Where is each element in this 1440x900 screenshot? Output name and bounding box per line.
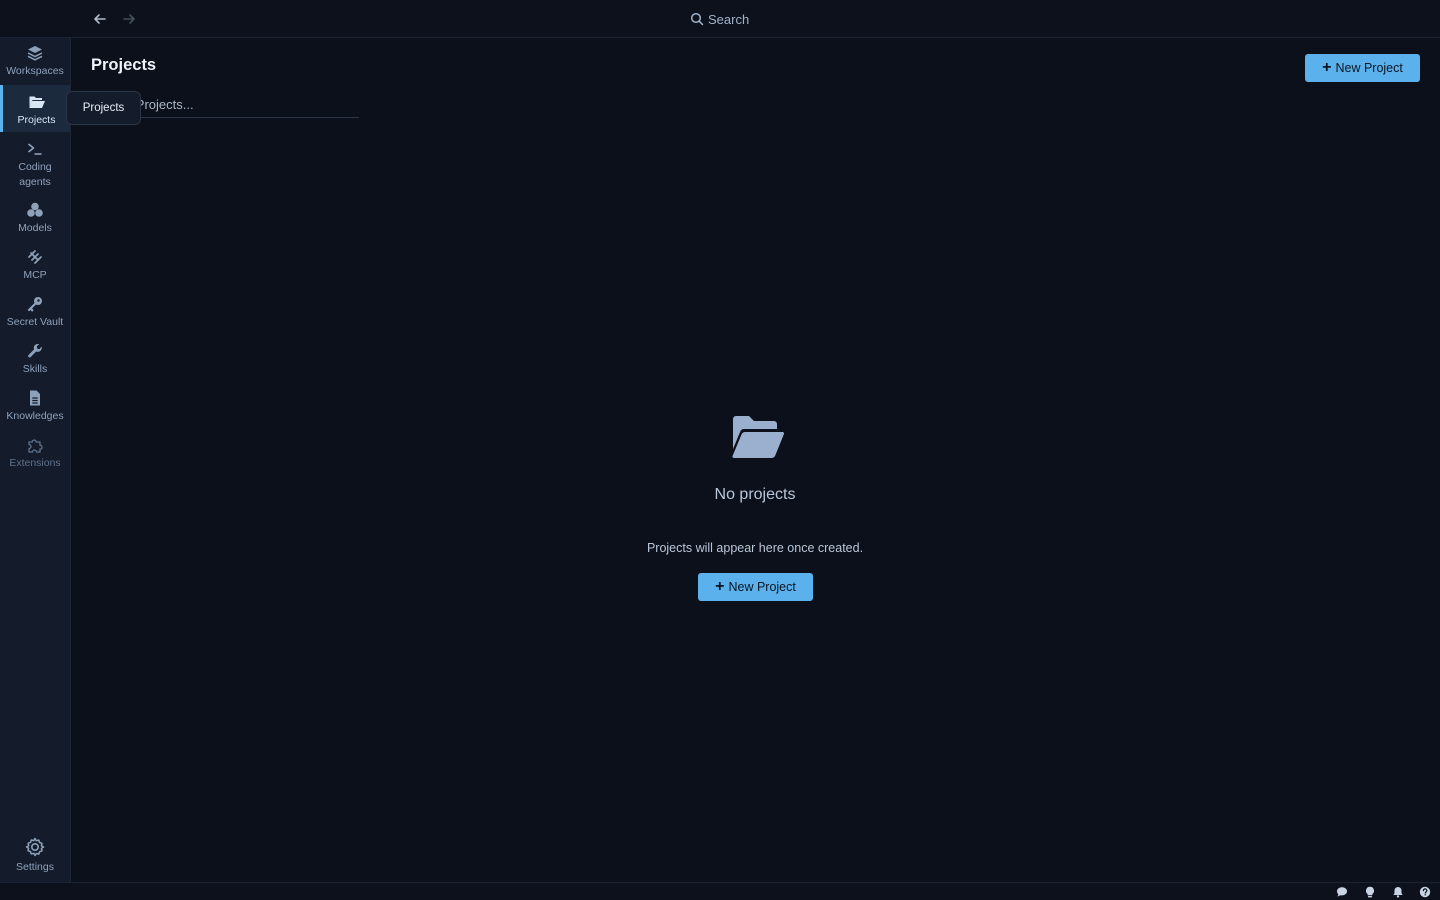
terminal-icon (28, 143, 42, 155)
document-icon (30, 390, 40, 406)
lightbulb-icon[interactable] (1364, 886, 1376, 898)
key-icon (27, 297, 42, 312)
mcp-icon (28, 250, 42, 264)
sidebar-item-label: Projects (17, 114, 56, 126)
gear-icon (25, 837, 45, 857)
plus-icon: + (1322, 59, 1332, 76)
sidebar-item-knowledges[interactable]: Knowledges (0, 389, 70, 429)
sidebar-item-models[interactable]: Models (0, 201, 70, 241)
help-icon[interactable] (1419, 886, 1431, 898)
empty-new-project-button[interactable]: + New Project (698, 573, 813, 601)
wrench-icon (28, 343, 42, 358)
sidebar-item-projects[interactable]: Projects (0, 85, 70, 132)
cubes-icon (27, 202, 43, 217)
global-search-label: Search (708, 11, 750, 27)
bell-icon[interactable] (1392, 886, 1404, 898)
sidebar-item-label: Secret Vault (6, 316, 64, 328)
sidebar: Workspaces Projects Coding agents Models… (0, 38, 71, 882)
sidebar-item-label: Extensions (9, 457, 61, 469)
sidebar-item-label: Skills (22, 363, 48, 375)
status-bar (0, 882, 1440, 900)
sidebar-item-extensions[interactable]: Extensions (0, 436, 70, 476)
global-search[interactable]: Search (690, 10, 749, 28)
sidebar-tooltip: Projects (66, 91, 141, 125)
sidebar-item-label: Knowledges (6, 410, 64, 422)
folder-open-icon (28, 96, 45, 108)
page-title: Projects (91, 56, 157, 74)
new-project-label: New Project (728, 580, 796, 594)
back-arrow-icon[interactable] (90, 9, 110, 29)
sidebar-item-workspaces[interactable]: Workspaces (0, 44, 70, 84)
top-bar: Search (0, 0, 1440, 38)
empty-state-description: Projects will appear here once created. (646, 541, 864, 555)
empty-state-title: No projects (714, 486, 796, 503)
forward-arrow-icon[interactable] (119, 9, 139, 29)
plus-icon: + (715, 578, 725, 595)
new-project-button[interactable]: + New Project (1305, 54, 1420, 82)
sidebar-item-label: Settings (16, 861, 54, 873)
chat-icon[interactable] (1336, 886, 1348, 898)
sidebar-item-label: MCP (23, 269, 47, 281)
puzzle-icon (28, 439, 43, 453)
sidebar-item-settings[interactable]: Settings (0, 836, 70, 876)
sidebar-item-secret-vault[interactable]: Secret Vault (0, 295, 70, 335)
sidebar-item-label: Models (18, 222, 52, 234)
sidebar-item-label: Workspaces (6, 65, 64, 77)
folder-open-icon (732, 416, 784, 459)
new-project-label: New Project (1335, 61, 1403, 75)
sidebar-item-mcp[interactable]: MCP (0, 248, 70, 288)
search-icon (690, 12, 704, 26)
sidebar-item-skills[interactable]: Skills (0, 342, 70, 382)
layers-icon (27, 46, 43, 61)
sidebar-item-label: Coding agents (18, 161, 52, 188)
sidebar-item-coding-agents[interactable]: Coding agents (0, 140, 70, 190)
